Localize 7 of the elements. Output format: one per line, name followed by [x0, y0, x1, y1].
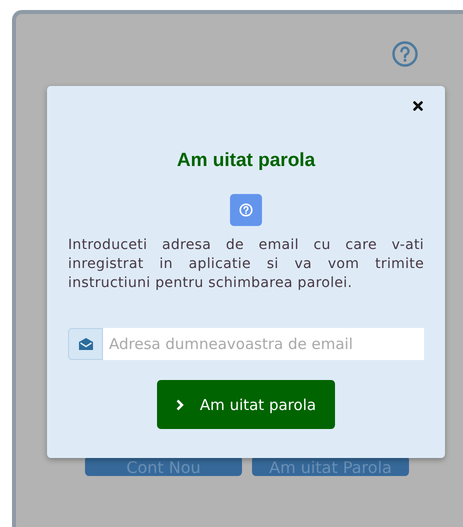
submit-button[interactable]: Am uitat parola [157, 380, 335, 429]
question-icon [230, 194, 262, 226]
envelope-icon [78, 337, 94, 351]
close-icon[interactable] [413, 101, 423, 111]
modal-title: Am uitat parola [176, 150, 316, 172]
instruction-text: Introduceti adresa de email cu care v-ati inregistrat in aplicatie si va vom trimite instructiuni pentru schimbarea parolei. [68, 236, 424, 293]
chevron-icon [176, 398, 184, 410]
